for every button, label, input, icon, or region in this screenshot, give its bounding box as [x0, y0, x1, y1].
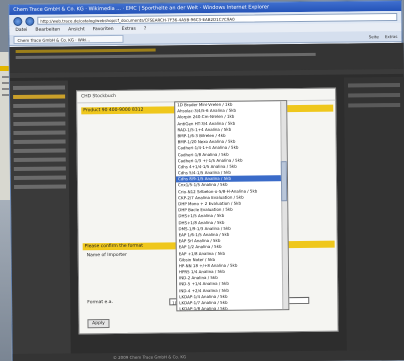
scrollbar-thumb[interactable] — [280, 161, 288, 202]
nav-item[interactable] — [13, 112, 66, 118]
nav-item[interactable] — [13, 157, 66, 163]
header-line — [15, 52, 316, 59]
panel-item — [348, 92, 401, 98]
apply-button[interactable]: Apply — [87, 319, 110, 329]
nav-item[interactable] — [13, 121, 66, 127]
menu-item-datei[interactable]: Datei — [15, 28, 27, 34]
menu-item-extras[interactable]: Extras — [122, 27, 136, 33]
command-bar: Seite Extras — [369, 33, 398, 38]
nav-item[interactable] — [13, 130, 66, 136]
dropdown-items: 1D Brader Mini-Vrelen / 1kb Ahsolac-3/4/5… — [175, 101, 288, 311]
panel-item — [348, 102, 401, 108]
dropdown-scrollbar[interactable] — [280, 101, 289, 310]
browser-tab[interactable]: Chem Trace GmbH & Co. KG · Wiki... — [13, 34, 124, 45]
importer-label: Name of Importer — [86, 252, 127, 259]
site-header — [9, 42, 404, 74]
nav-item-active[interactable] — [13, 94, 66, 100]
nav-item[interactable] — [13, 148, 66, 154]
menu-item-ansicht[interactable]: Ansicht — [68, 27, 85, 33]
nav-item[interactable] — [14, 184, 67, 190]
footer-text: © 2009 Chem Trace GmbH & Co. KG — [12, 349, 404, 361]
header-line — [15, 48, 156, 53]
nav-item[interactable] — [13, 166, 66, 172]
menu-item-help[interactable]: ? — [144, 27, 146, 33]
tool-seite[interactable]: Seite — [369, 34, 379, 39]
nav-item[interactable] — [13, 175, 66, 181]
tool-extras[interactable]: Extras — [385, 33, 398, 38]
browser-window: Chem Trace GmbH & Co. KG · Wikimedia ...… — [8, 0, 404, 361]
nav-item[interactable] — [13, 139, 66, 145]
forward-icon[interactable] — [25, 16, 35, 26]
left-navigation — [9, 80, 71, 361]
format-label: Format e.a. — [87, 299, 113, 306]
back-icon[interactable] — [13, 16, 23, 26]
format-dropdown-list[interactable]: 1D Brader Mini-Vrelen / 1kb Ahsolac-3/4/5… — [174, 100, 290, 312]
panel-item — [347, 82, 401, 88]
menu-item-favoriten[interactable]: Favoriten — [93, 27, 114, 33]
right-panel — [343, 76, 404, 361]
nav-item[interactable] — [13, 103, 66, 109]
nav-item[interactable] — [12, 85, 66, 91]
menu-item-bearbeiten[interactable]: Bearbeiten — [35, 28, 60, 34]
